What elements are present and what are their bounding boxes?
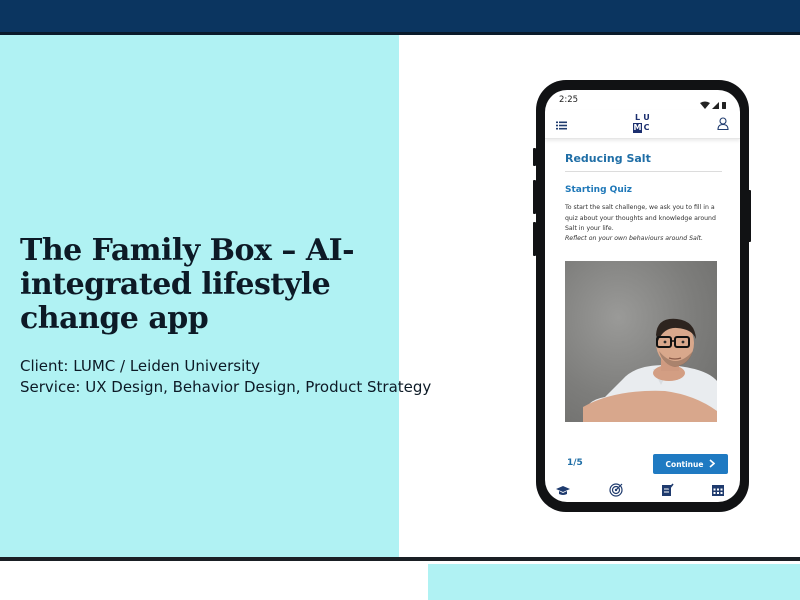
notes-icon[interactable] [661,482,674,501]
title-divider [565,171,722,172]
project-title: The Family Box – AI-integrated lifestyle… [20,233,355,336]
quiz-progress: 1/5 [567,458,583,468]
target-icon[interactable] [609,482,623,501]
continue-button[interactable]: Continue [653,454,728,474]
lumc-logo: L U M C [633,113,651,133]
learn-icon[interactable] [555,482,571,501]
status-time: 2:25 [559,95,579,105]
app-header: L U M C [545,110,740,139]
status-bar: 2:25 [545,90,740,110]
quiz-reflect-text: Reflect on your own behaviours around Sa… [565,235,703,242]
logo-letter: L [634,113,641,122]
logo-letter: U [643,113,650,122]
top-bar [0,0,800,35]
phone-screen: 2:25 L U M C Reducing Salt Starting Quiz… [545,90,740,502]
bottom-right-strip [428,564,800,600]
screen-title: Reducing Salt [565,152,651,165]
logo-letter: C [643,123,650,132]
chevron-right-icon [709,458,716,470]
continue-label: Continue [665,459,704,469]
calendar-icon[interactable] [711,482,725,501]
logo-letter: M [633,123,642,133]
bottom-navigation [545,478,740,502]
bottom-left-strip [0,561,428,600]
quiz-intro-text: To start the salt challenge, we ask you … [565,204,716,232]
phone-mockup: 2:25 L U M C Reducing Salt Starting Quiz… [536,80,749,512]
client-text: Client: LUMC / Leiden University [20,357,261,375]
section-title: Starting Quiz [565,185,633,195]
user-profile-icon[interactable] [717,115,729,134]
service-text: Service: UX Design, Behavior Design, Pro… [20,378,432,396]
menu-list-icon[interactable] [556,116,567,135]
thinking-man-photo [565,261,717,422]
